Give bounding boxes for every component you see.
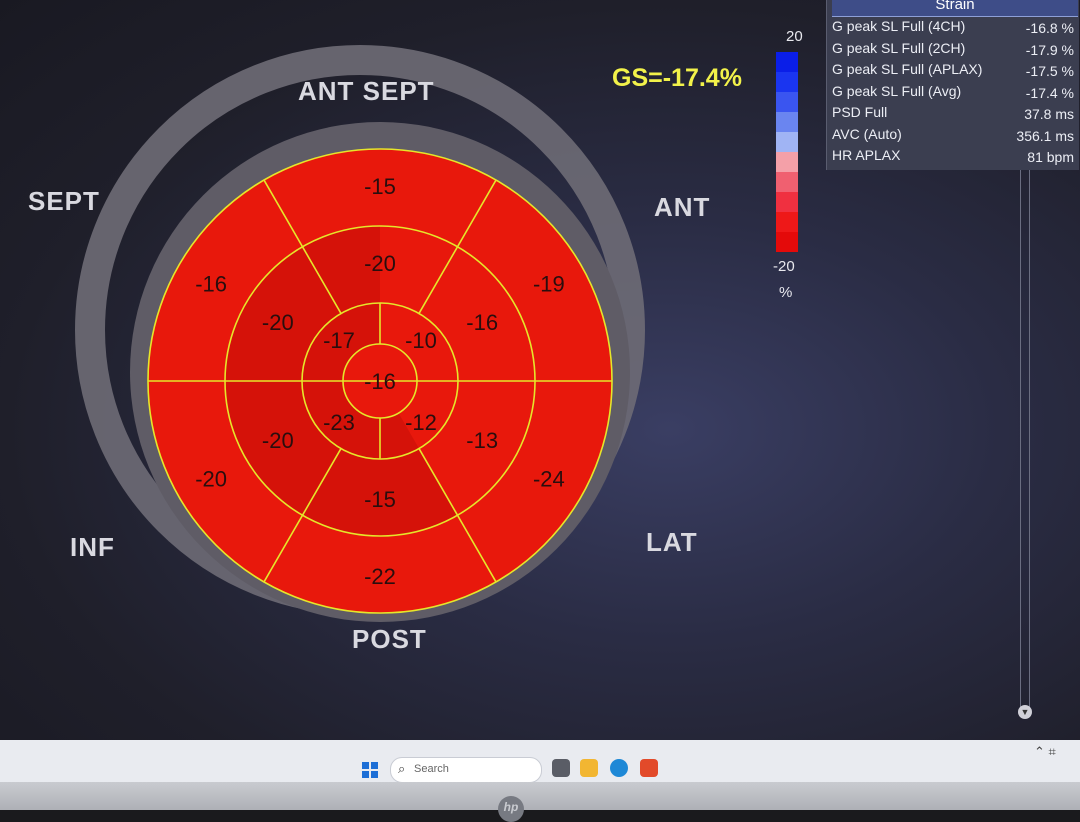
color-scale-step [776, 152, 798, 172]
strain-row: G peak SL Full (4CH) -16.8 % [832, 16, 1078, 37]
color-scale-bar [776, 52, 798, 252]
segment-value: -24 [533, 467, 565, 492]
strain-row-label: G peak SL Full (2CH) [832, 39, 966, 56]
segment-value: -12 [405, 410, 437, 435]
strain-row-value: -17.4 % [1025, 84, 1074, 101]
segment-value: -15 [364, 174, 396, 199]
strain-row-value: -17.9 % [1025, 41, 1074, 58]
segment-value: -20 [262, 428, 294, 453]
strain-row: AVC (Auto) 356.1 ms [832, 124, 1078, 145]
strain-row-value: -17.5 % [1025, 63, 1074, 79]
segment-value: -22 [364, 564, 396, 589]
strain-row-label: AVC (Auto) [832, 125, 902, 142]
strain-row-value: -16.8 % [1025, 20, 1074, 36]
taskbar-search-placeholder: Search [414, 763, 449, 775]
wall-label-inf: INF [70, 532, 115, 562]
segment-value: -20 [262, 310, 294, 335]
taskbar-search-input[interactable] [390, 757, 542, 783]
segment-value: -17 [323, 328, 355, 353]
strain-row: G peak SL Full (2CH) -17.9 % [832, 38, 1078, 59]
strain-panel-title: Strain [832, 0, 1078, 17]
strain-row-label: G peak SL Full (Avg) [832, 82, 962, 99]
wall-label-ant-sept: ANT SEPT [298, 76, 435, 106]
scale-min-label: -20 [773, 258, 795, 275]
scroll-down-icon[interactable]: ▼ [1018, 705, 1032, 719]
color-scale-step [776, 112, 798, 132]
strain-row: G peak SL Full (APLAX) -17.5 % [832, 59, 1078, 80]
segment-value: -15 [364, 487, 396, 512]
color-scale-step [776, 72, 798, 92]
segment-value: -20 [195, 467, 227, 492]
segment-value: -20 [364, 251, 396, 276]
strain-row: G peak SL Full (Avg) -17.4 % [832, 81, 1078, 102]
edge-browser-icon[interactable] [610, 759, 628, 777]
strain-row-label: HR APLAX [832, 147, 901, 163]
app-icon[interactable] [640, 759, 658, 777]
strain-row: PSD Full 37.8 ms [832, 102, 1078, 123]
wall-label-post: POST [352, 624, 427, 654]
scale-max-label: 20 [786, 28, 803, 45]
echo-strain-screen: -15 -19 -24 -22 -20 -16 -20 -16 -13 -15 -20 -20 -10-… [0, 0, 1080, 740]
color-scale-step [776, 52, 798, 72]
strain-row-label: G peak SL Full (APLAX) [832, 61, 983, 77]
strain-row-value: 81 bpm [1027, 149, 1074, 165]
segment-value: -19 [533, 272, 565, 297]
wall-label-lat: LAT [646, 527, 698, 557]
color-scale-step [776, 212, 798, 232]
strain-row-value: 37.8 ms [1024, 106, 1074, 122]
segment-value: -13 [466, 428, 498, 453]
color-scale-step [776, 172, 798, 192]
wall-label-ant: ANT [654, 192, 711, 222]
segment-value: -16 [195, 272, 227, 297]
strain-row-label: G peak SL Full (4CH) [832, 18, 966, 34]
strain-row-value: 356.1 ms [1016, 127, 1074, 144]
global-strain-readout: GS=-17.4% [612, 64, 742, 92]
segment-value: -16 [364, 369, 396, 394]
monitor-bezel [0, 782, 1080, 810]
file-explorer-icon[interactable] [580, 759, 598, 777]
hp-logo: hp [498, 796, 524, 822]
scale-unit-label: % [779, 284, 793, 301]
color-scale-step [776, 92, 798, 112]
system-tray[interactable]: ⌃ ⌗ [1034, 744, 1056, 760]
panel-scrollbar[interactable] [1020, 170, 1030, 710]
task-view-icon[interactable] [552, 759, 570, 777]
color-scale-step [776, 192, 798, 212]
segment-value: -23 [323, 410, 355, 435]
windows-start-icon[interactable] [362, 762, 378, 778]
search-icon: ⌕ [398, 761, 406, 776]
wall-label-sept: SEPT [28, 186, 100, 216]
segment-value: -16 [466, 310, 498, 335]
color-scale-step [776, 232, 798, 252]
strain-row-label: PSD Full [832, 104, 888, 120]
color-scale-step [776, 132, 798, 152]
strain-row: HR APLAX 81 bpm [832, 145, 1078, 166]
segment-value: -10 [405, 328, 437, 353]
